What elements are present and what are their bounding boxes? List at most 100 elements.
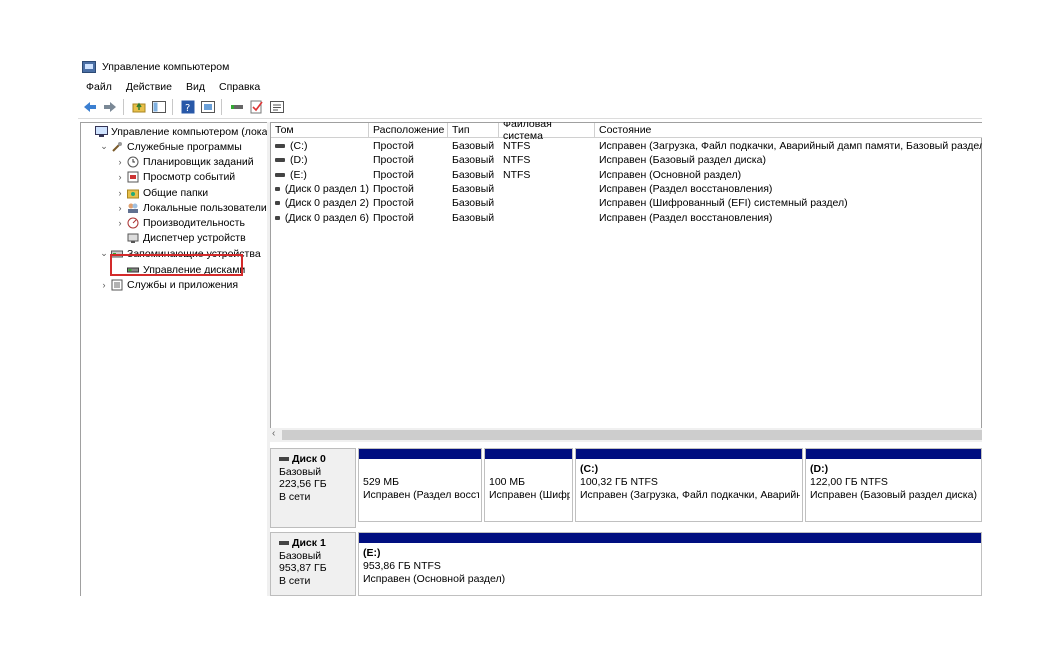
volume-row[interactable]: (E:) Простой Базовый NTFS Исправен (Основной… xyxy=(271,168,982,182)
tree-item-label: Планировщик заданий xyxy=(143,155,254,168)
menu-view[interactable]: Вид xyxy=(186,81,205,93)
partition-title: (D:) xyxy=(810,463,829,475)
volume-row[interactable]: (Диск 0 раздел 6) Простой Базовый Исправен … xyxy=(271,211,982,225)
cell-text: (Диск 0 раздел 1) xyxy=(284,182,369,195)
volume-row[interactable]: (Диск 0 раздел 1) Простой Базовый Исправен … xyxy=(271,182,982,196)
up-folder-icon[interactable] xyxy=(131,99,147,115)
cell-text: Простой xyxy=(373,168,414,181)
volume-icon xyxy=(275,158,285,163)
menu-file[interactable]: Файл xyxy=(86,81,112,93)
partition-bar xyxy=(806,449,981,459)
partition-info: (C:) 100,32 ГБ NTFS Исправен (Загрузка, Фа… xyxy=(580,463,800,502)
cell-text: NTFS xyxy=(503,154,531,167)
tree-item[interactable]: Управление компьютером (локаль xyxy=(83,124,269,139)
volume-icon xyxy=(275,172,285,177)
partition-block[interactable]: 529 МБ Исправен (Раздел восст xyxy=(358,448,482,522)
disk-name: Диск 1 xyxy=(279,537,355,550)
cell-text: Простой xyxy=(373,140,414,152)
volume-row[interactable]: (C:) Простой Базовый NTFS Исправен (Загрузка… xyxy=(271,139,982,153)
tree-item-label: Локальные пользователи и xyxy=(143,201,269,214)
tree-item-label: Управление компьютером (локаль xyxy=(111,125,269,138)
volume-row[interactable]: (D:) Простой Базовый NTFS Исправен (Базовый … xyxy=(271,153,982,167)
connect-icon[interactable] xyxy=(229,99,245,115)
column-header-type[interactable]: Тип xyxy=(448,123,499,138)
column-header-filesystem[interactable]: Файловая система xyxy=(499,122,595,142)
forward-arrow-icon[interactable] xyxy=(102,99,118,115)
column-header-volume[interactable]: Том xyxy=(271,123,369,138)
type-cell: Базовый xyxy=(452,196,499,210)
volume-icon xyxy=(275,215,280,220)
scroll-left-icon[interactable]: ‹ xyxy=(272,428,275,439)
horizontal-scrollbar[interactable]: ‹ xyxy=(270,428,982,442)
properties-icon[interactable] xyxy=(200,99,216,115)
partition-size: 122,00 ГБ NTFS xyxy=(810,476,888,488)
layout-cell: Простой xyxy=(373,153,448,167)
column-header-status[interactable]: Состояние xyxy=(595,123,982,138)
filesystem-cell: NTFS xyxy=(503,139,595,153)
cell-text: Простой xyxy=(373,154,414,167)
cell-text: Исправен (Раздел восстановления) xyxy=(599,211,773,224)
type-cell: Базовый xyxy=(452,168,499,182)
chevron-right-icon[interactable]: › xyxy=(115,172,125,182)
check-icon[interactable] xyxy=(249,99,265,115)
partition-status: Исправен (Загрузка, Файл подкачки, Авари… xyxy=(580,489,800,501)
cell-text: NTFS xyxy=(503,168,531,181)
cell-text: Исправен (Загрузка, Файл подкачки, Авари… xyxy=(599,140,982,152)
scrollbar-thumb[interactable] xyxy=(282,430,982,440)
chevron-right-icon[interactable]: › xyxy=(115,203,125,213)
volume-name-cell: (C:) xyxy=(275,139,369,153)
device-manager-icon xyxy=(126,232,140,244)
cell-text: (Диск 0 раздел 2) xyxy=(284,197,369,210)
chevron-down-icon[interactable]: ⌄ xyxy=(99,141,109,152)
disk-status: В сети xyxy=(279,490,311,503)
cell-text: Базовый xyxy=(452,168,495,181)
column-header-layout[interactable]: Расположение xyxy=(369,123,448,138)
disk-label[interactable]: Диск 1 Базовый 953,87 ГБ В сети xyxy=(270,532,356,596)
disk-name-text: Диск 0 xyxy=(292,453,326,465)
partition-bar xyxy=(359,533,981,543)
chevron-right-icon[interactable]: › xyxy=(115,188,125,198)
disk-label[interactable]: Диск 0 Базовый 223,56 ГБ В сети xyxy=(270,448,356,528)
cell-text: Базовый xyxy=(452,211,495,224)
event-viewer-icon xyxy=(126,171,140,183)
tree-item[interactable]: › Планировщик заданий xyxy=(115,154,254,169)
disk-icon xyxy=(279,541,289,546)
back-arrow-icon[interactable] xyxy=(82,99,98,115)
layout-cell: Простой xyxy=(373,211,448,225)
partition-block[interactable]: (D:) 122,00 ГБ NTFS Исправен (Базовый разд… xyxy=(805,448,982,522)
status-cell: Исправен (Раздел восстановления) xyxy=(599,182,982,196)
users-icon xyxy=(126,202,140,214)
navigation-tree: Управление компьютером (локаль ⌄ Служебные… xyxy=(80,122,269,596)
volume-name-cell: (E:) xyxy=(275,168,369,182)
shared-folders-icon xyxy=(126,187,140,199)
layout-cell: Простой xyxy=(373,182,448,196)
menu-action[interactable]: Действие xyxy=(126,81,172,93)
show-hide-tree-icon[interactable] xyxy=(151,99,167,115)
type-cell: Базовый xyxy=(452,211,499,225)
disk-graphical-view: Диск 0 Базовый 223,56 ГБ В сети 529 МБ Исправ… xyxy=(270,448,982,596)
menu-help[interactable]: Справка xyxy=(219,81,260,93)
tree-item[interactable]: ⌄ Служебные программы xyxy=(99,139,242,154)
tree-item[interactable]: › Просмотр событий xyxy=(115,169,236,184)
tree-item[interactable]: › Локальные пользователи и xyxy=(115,200,269,215)
help-icon[interactable]: ? xyxy=(180,99,196,115)
disk-type: Базовый xyxy=(279,549,322,562)
chevron-down-icon[interactable]: ⌄ xyxy=(99,248,109,259)
chevron-right-icon[interactable]: › xyxy=(99,280,109,290)
tree-item[interactable]: › Службы и приложения xyxy=(99,277,239,292)
cell-text: (Диск 0 раздел 6) xyxy=(284,211,369,224)
tree-item[interactable]: › Общие папки xyxy=(115,185,209,200)
partition-size: 100 МБ xyxy=(489,476,526,488)
chevron-right-icon[interactable]: › xyxy=(115,157,125,167)
chevron-right-icon[interactable]: › xyxy=(115,218,125,228)
tree-item[interactable]: › Производительность xyxy=(115,215,245,230)
list-icon[interactable] xyxy=(269,99,285,115)
volume-row[interactable]: (Диск 0 раздел 2) Простой Базовый Исправен … xyxy=(271,196,982,210)
computer-management-icon xyxy=(94,126,108,138)
volume-name-cell: (Диск 0 раздел 6) xyxy=(275,211,369,225)
partition-block[interactable]: (E:) 953,86 ГБ NTFS Исправен (Основной раз… xyxy=(358,532,982,596)
toolbar-separator xyxy=(123,99,124,115)
partition-block[interactable]: 100 МБ Исправен (Шифр xyxy=(484,448,573,522)
tree-item[interactable]: Диспетчер устройств xyxy=(115,230,246,245)
partition-block[interactable]: (C:) 100,32 ГБ NTFS Исправен (Загрузка, Фа… xyxy=(575,448,803,522)
